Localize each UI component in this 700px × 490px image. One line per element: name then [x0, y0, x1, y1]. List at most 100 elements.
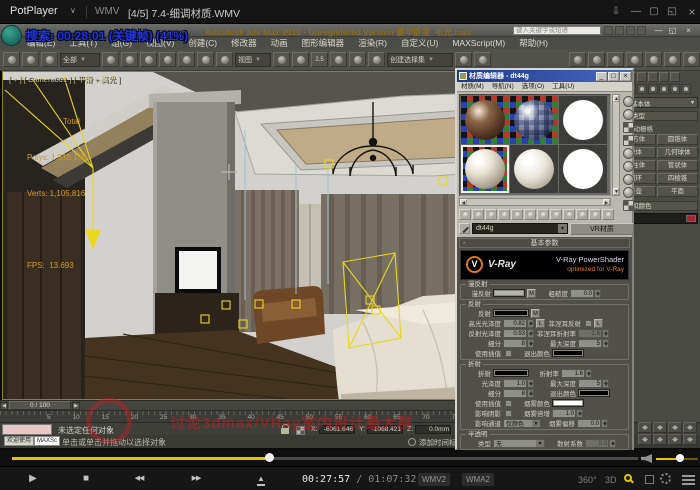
sample-slot: [559, 145, 607, 193]
key-mode-icon: [653, 422, 667, 433]
video-surface[interactable]: Autodesk 3ds Max 2010 - Unregistered Ver…: [0, 24, 700, 450]
systems-icon: [681, 84, 691, 94]
diffuse-color-swatch: [493, 289, 525, 297]
material-sphere-brown: [465, 100, 505, 140]
show-map-icon: [550, 209, 562, 220]
scene-search-icon[interactable]: [624, 474, 632, 482]
show-end-result-icon: [563, 209, 575, 220]
watermark-text: 讨论3dmax/VRay室内设计最大群: [170, 412, 413, 433]
fog-color-swatch: [552, 399, 584, 407]
maximize-viewport-icon: [683, 434, 697, 445]
fog-color-label: 烟雾颜色: [512, 398, 552, 408]
select-by-material-icon: [623, 187, 634, 198]
fresnel-ior-label: 菲涅耳折射率: [534, 328, 578, 338]
stats-polys: Polys: 1,818,188: [27, 152, 87, 164]
restore-button[interactable]: ◱: [664, 5, 680, 19]
pin-icon[interactable]: ⇩: [608, 5, 624, 19]
refract-gloss-spinner: 1.0: [503, 379, 527, 388]
minimize-button[interactable]: —: [628, 5, 644, 19]
basic-params-rollout: -基本参数: [459, 238, 630, 248]
maxscript-listener-chip: 欢迎使用: [4, 436, 34, 446]
zoom-icon: [668, 422, 682, 433]
player-menu-button[interactable]: PotPlayer: [10, 5, 58, 17]
backlight-icon: [623, 109, 634, 120]
material-editor-title: 材质编辑器 - dt44g: [469, 71, 596, 81]
stop-button[interactable]: ■: [68, 470, 104, 488]
sample-slot: [510, 96, 558, 144]
mode-360-button[interactable]: 360°: [578, 475, 597, 485]
schematic-view-icon: [607, 52, 624, 67]
fog-mult-spinner: 1.0: [552, 409, 576, 418]
material-name-row: dt44g▼ VR材质: [459, 222, 634, 235]
macro-recorder-field: [2, 424, 52, 435]
ruler-tick-label: 5: [47, 414, 51, 421]
get-material-icon: [459, 209, 471, 220]
time-total: 01:07:32: [368, 474, 416, 485]
spinner-snap-icon: [368, 52, 385, 67]
navigator-icon: [602, 209, 614, 220]
material-circle-white: [563, 149, 603, 189]
playlist-button[interactable]: [645, 475, 654, 484]
hilight-gloss-label: 高光光泽度: [463, 318, 503, 328]
material-name-dropdown: dt44g▼: [472, 223, 568, 234]
speaker-icon[interactable]: [641, 454, 652, 463]
menu-item: 自定义(U): [394, 37, 445, 49]
exit-color-swatch: [552, 349, 584, 357]
scroll-right-icon: ▶: [603, 199, 610, 205]
sample-slot: [510, 145, 558, 193]
hilight-lock-button: L: [536, 319, 545, 328]
refract-color-swatch: [493, 369, 529, 377]
me-menu-item: 选项(O): [518, 82, 548, 91]
max-search-input: 键入关键字或短语: [513, 26, 601, 35]
select-manipulate-icon: [292, 52, 309, 67]
diffuse-label: 漫反射: [463, 288, 493, 298]
control-bar: ▶ ■ ◀◀ ▶▶ ▲ 00:27:57 / 01:07:32 WMV2 WMA…: [0, 466, 700, 490]
material-id-icon: [537, 209, 549, 220]
menu-hamburger-icon[interactable]: [682, 475, 695, 477]
eject-icon: ▲: [257, 475, 265, 486]
media-title: [4/5] 7.4-细调材质.WMV: [128, 6, 240, 21]
ruler-tick-label: 70: [422, 414, 429, 421]
previous-button[interactable]: ◀◀: [121, 470, 157, 488]
play-button[interactable]: ▶: [15, 470, 51, 488]
next-button[interactable]: ▶▶: [178, 470, 214, 488]
refract-label: 折射: [463, 368, 493, 378]
refract-gloss-label: 光泽度: [463, 378, 503, 388]
refract-interp-checkbox: [505, 400, 512, 407]
stats-fps: FPS: 13.693: [27, 260, 87, 272]
transl-type-label: 类型: [463, 438, 493, 448]
mode-3d-button[interactable]: 3D: [605, 475, 617, 485]
frame-forward-icon: ▶: [72, 402, 80, 410]
seek-bar[interactable]: [12, 457, 638, 460]
material-type-button: VR材质: [570, 223, 634, 235]
player-titlebar: PotPlayer ∨ WMV [4/5] 7.4-细调材质.WMV ⇩ — ▢…: [0, 0, 700, 24]
material-sphere-ivory: [514, 149, 554, 189]
quick-render-icon: [683, 52, 700, 67]
assign-to-selection-icon: [485, 209, 497, 220]
maximize-button[interactable]: ▢: [646, 5, 662, 19]
go-parent-icon: [576, 209, 588, 220]
material-circle-white: [563, 100, 603, 140]
watermark-logo: [86, 398, 132, 444]
vray-logo-icon: V: [466, 256, 483, 273]
sample-slot: [461, 96, 509, 144]
vray-banner: V V-Ray V-Ray PowerShader optimized for …: [460, 250, 629, 280]
subdivs-label: 细分: [463, 338, 503, 348]
primitive-button: 平面: [657, 186, 698, 197]
utilities-tab-icon: [670, 72, 680, 82]
divider: [86, 6, 87, 18]
helpers-icon: [659, 84, 669, 94]
curve-editor-icon: [588, 52, 605, 67]
translucency-group: 半透明 类型 无▼ 散射系数 0.0: [460, 434, 629, 450]
max-depth-label: 最大深度: [534, 338, 578, 348]
open-file-button[interactable]: ▲: [243, 470, 279, 488]
settings-gear-icon[interactable]: [660, 473, 671, 484]
refract-exit-label: 退出颜色: [534, 388, 578, 398]
rendered-frame-icon: [664, 52, 681, 67]
fresnel-label: 菲涅耳反射: [545, 318, 583, 328]
fresnel-ior-spinner: 1.6: [578, 329, 602, 338]
scatter-label: 散射系数: [545, 438, 585, 448]
seek-handle[interactable]: [265, 453, 274, 462]
volume-handle[interactable]: [676, 454, 684, 462]
close-button[interactable]: ×: [684, 5, 700, 19]
